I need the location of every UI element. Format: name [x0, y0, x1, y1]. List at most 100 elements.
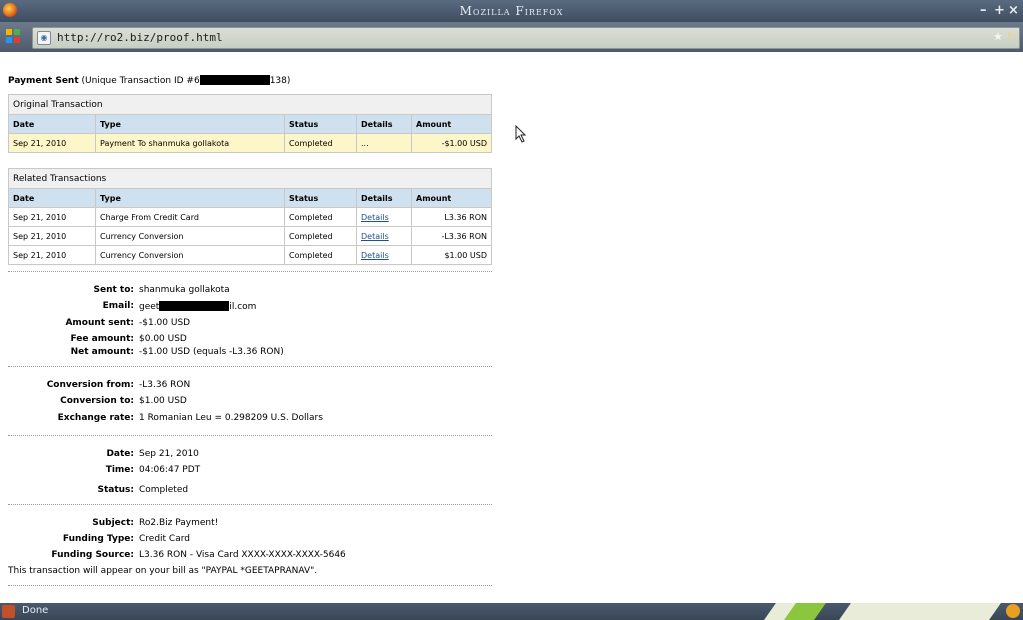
email-row: Email: geet il.com: [8, 301, 608, 315]
table-row: Sep 21, 2010 Currency Conversion Complet…: [8, 226, 492, 246]
table-caption: Related Transactions: [8, 168, 492, 189]
details-link[interactable]: Details: [361, 232, 389, 241]
fee-amount-row: Fee amount: $0.00 USD: [8, 334, 608, 348]
address-bar[interactable]: ◉ http://ro2.biz/proof.html ★ ↻: [32, 27, 1020, 49]
conversion-to-row: Conversion to: $1.00 USD: [8, 396, 608, 410]
funding-source-label: Funding Source:: [51, 550, 134, 560]
related-transactions-table: Related Transactions Date Type Status De…: [8, 168, 492, 265]
heading-suffix: 138): [269, 76, 291, 86]
dotted-divider: [8, 271, 492, 272]
dotted-divider: [8, 366, 492, 367]
mouse-cursor-icon: [515, 125, 527, 143]
subject-label: Subject:: [92, 518, 134, 528]
url-text[interactable]: http://ro2.biz/proof.html: [57, 31, 223, 44]
cell-type: Charge From Credit Card: [95, 207, 285, 227]
column-header-date: Date: [8, 188, 96, 208]
exchange-rate-label: Exchange rate:: [57, 413, 134, 423]
cell-type: Payment To shanmuka gollakota: [95, 133, 285, 153]
time-label: Time:: [105, 465, 134, 475]
cell-amount: -$1.00 USD: [411, 133, 492, 153]
minimize-button[interactable]: –: [980, 3, 987, 18]
funding-type-row: Funding Type: Credit Card: [8, 534, 608, 548]
net-amount-label: Net amount:: [70, 347, 134, 357]
page-icon: ◉: [37, 31, 51, 45]
maximize-button[interactable]: +: [994, 3, 1005, 18]
bookmark-star-icon[interactable]: ★: [993, 30, 1003, 43]
cell-date: Sep 21, 2010: [8, 207, 96, 227]
addon-icon[interactable]: [1006, 604, 1020, 618]
cell-status: Completed: [284, 226, 357, 246]
dotted-divider: [8, 585, 492, 586]
reload-icon[interactable]: ↻: [1007, 30, 1016, 43]
theme-stripe: [839, 603, 1001, 620]
column-header-type: Type: [95, 114, 285, 134]
cell-status: Completed: [284, 133, 357, 153]
exchange-rate-row: Exchange rate: 1 Romanian Leu = 0.298209…: [8, 413, 608, 427]
heading-title: Payment Sent: [8, 76, 79, 86]
details-link[interactable]: Details: [361, 251, 389, 260]
subject-row: Subject: Ro2.Biz Payment!: [8, 518, 608, 532]
table-caption: Original Transaction: [8, 94, 492, 115]
column-header-status: Status: [284, 114, 357, 134]
sent-to-row: Sent to: shanmuka gollakota: [8, 285, 608, 299]
time-value: 04:06:47 PDT: [139, 465, 201, 475]
redaction-bar: [159, 301, 230, 311]
subject-value: Ro2.Biz Payment!: [139, 518, 219, 528]
cell-amount: -L3.36 RON: [411, 226, 492, 246]
firebug-icon[interactable]: [2, 605, 15, 618]
cell-type: Currency Conversion: [95, 226, 285, 246]
email-label: Email:: [102, 301, 134, 311]
column-header-status: Status: [284, 188, 357, 208]
amount-sent-label: Amount sent:: [65, 318, 134, 328]
cell-details: ...: [356, 133, 412, 153]
cell-status: Completed: [284, 207, 357, 227]
heading-prefix: (Unique Transaction ID #6: [81, 76, 200, 86]
net-amount-row: Net amount: -$1.00 USD (equals -L3.36 RO…: [8, 347, 608, 361]
apps-grid-icon[interactable]: [6, 29, 20, 43]
details-link[interactable]: Details: [361, 213, 389, 222]
conversion-from-value: -L3.36 RON: [139, 380, 191, 390]
status-text: Done: [22, 605, 49, 616]
cell-type: Currency Conversion: [95, 245, 285, 265]
sent-to-value: shanmuka gollakota: [139, 285, 230, 295]
table-row: Sep 21, 2010 Payment To shanmuka gollako…: [8, 133, 492, 153]
funding-source-row: Funding Source: L3.36 RON - Visa Card XX…: [8, 550, 608, 564]
status-label: Status:: [97, 485, 134, 495]
funding-type-label: Funding Type:: [62, 534, 134, 544]
net-amount-value: -$1.00 USD (equals -L3.36 RON): [139, 347, 284, 357]
conversion-to-label: Conversion to:: [60, 396, 134, 406]
column-header-details: Details: [356, 114, 412, 134]
conversion-from-row: Conversion from: -L3.36 RON: [8, 380, 608, 394]
funding-type-value: Credit Card: [139, 534, 190, 544]
amount-sent-row: Amount sent: -$1.00 USD: [8, 318, 608, 332]
amount-sent-value: -$1.00 USD: [139, 318, 191, 328]
fee-amount-value: $0.00 USD: [139, 334, 187, 344]
time-row: Time: 04:06:47 PDT: [8, 465, 608, 479]
column-header-date: Date: [8, 114, 96, 134]
column-header-details: Details: [356, 188, 412, 208]
page-content: Payment Sent (Unique Transaction ID #6 13…: [0, 52, 1023, 603]
cell-status: Completed: [284, 245, 357, 265]
redaction-bar: [199, 75, 270, 85]
sent-to-label: Sent to:: [93, 285, 134, 295]
conversion-to-value: $1.00 USD: [139, 396, 187, 406]
dotted-divider: [8, 435, 492, 436]
status-bar: Done: [0, 603, 1023, 620]
page-heading: Payment Sent (Unique Transaction ID #6 13…: [8, 75, 290, 86]
date-label: Date:: [106, 449, 134, 459]
status-value: Completed: [139, 485, 189, 495]
column-header-type: Type: [95, 188, 285, 208]
bill-note: This transaction will appear on your bil…: [8, 566, 318, 576]
date-row: Date: Sep 21, 2010: [8, 449, 608, 463]
email-prefix: geet: [139, 302, 160, 312]
column-header-amount: Amount: [411, 188, 492, 208]
cell-amount: L3.36 RON: [411, 207, 492, 227]
dotted-divider: [8, 504, 492, 505]
date-value: Sep 21, 2010: [139, 449, 199, 459]
email-suffix: il.com: [229, 302, 257, 312]
navigation-bar: ◉ http://ro2.biz/proof.html ★ ↻: [0, 22, 1023, 74]
exchange-rate-value: 1 Romanian Leu = 0.298209 U.S. Dollars: [139, 413, 323, 423]
original-transaction-table: Original Transaction Date Type Status De…: [8, 94, 492, 153]
status-row: Status: Completed: [8, 485, 608, 499]
close-button[interactable]: ×: [1008, 3, 1019, 18]
